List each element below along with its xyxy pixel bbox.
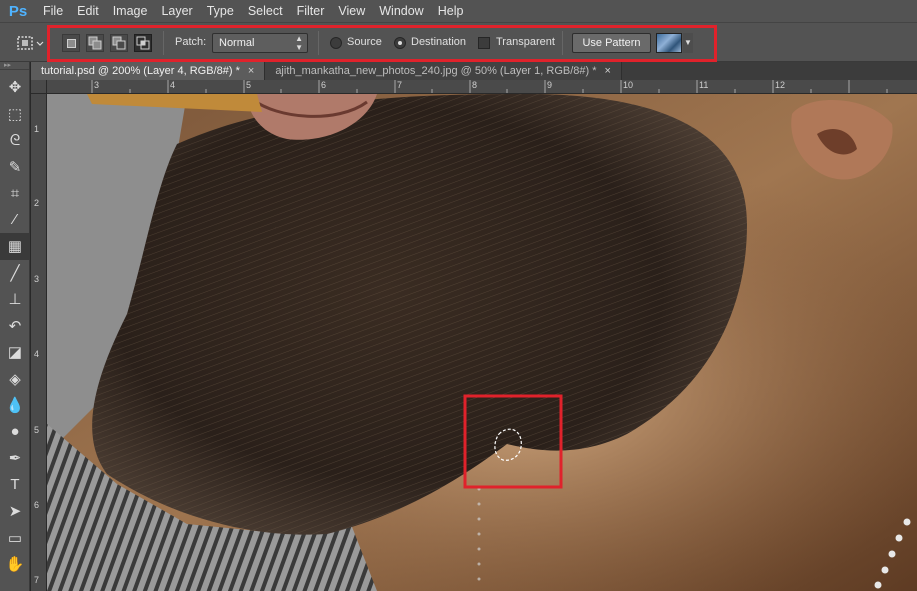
patch-tool-icon bbox=[17, 36, 44, 50]
menu-file[interactable]: File bbox=[36, 0, 70, 22]
ruler-number: 5 bbox=[34, 425, 40, 435]
menu-type[interactable]: Type bbox=[200, 0, 241, 22]
photo-beard-neck bbox=[47, 94, 917, 591]
paint-bucket-tool-icon[interactable]: ◈ bbox=[0, 366, 30, 393]
history-brush-tool-icon[interactable]: ↶ bbox=[0, 313, 30, 340]
tab-label: ajith_mankatha_new_photos_240.jpg @ 50% … bbox=[275, 65, 597, 77]
eraser-tool-icon[interactable]: ◪ bbox=[0, 339, 30, 366]
highlight-box-options bbox=[47, 25, 717, 62]
clone-stamp-tool-icon[interactable]: ⊥ bbox=[0, 286, 30, 313]
brush-tool-icon[interactable]: ╱ bbox=[0, 260, 30, 287]
type-tool-icon[interactable]: T bbox=[0, 472, 30, 499]
menu-edit[interactable]: Edit bbox=[70, 0, 106, 22]
blur-tool-icon[interactable]: 💧 bbox=[0, 392, 30, 419]
move-tool-icon[interactable]: ✥ bbox=[0, 74, 30, 101]
ruler-ticks bbox=[91, 80, 888, 93]
tab-tutorial[interactable]: tutorial.psd @ 200% (Layer 4, RGB/8#) * … bbox=[31, 62, 266, 80]
crop-tool-icon[interactable]: ⌗ bbox=[0, 180, 30, 207]
close-icon[interactable]: × bbox=[248, 62, 254, 80]
menu-bar: Ps File Edit Image Layer Type Select Fil… bbox=[0, 0, 917, 22]
menu-layer[interactable]: Layer bbox=[154, 0, 199, 22]
document-tabs: tutorial.psd @ 200% (Layer 4, RGB/8#) * … bbox=[31, 62, 917, 80]
menu-image[interactable]: Image bbox=[106, 0, 155, 22]
ruler-number: 1 bbox=[34, 124, 40, 134]
horizontal-ruler[interactable]: 3 4 5 6 7 8 9 10 11 12 bbox=[47, 80, 917, 94]
menu-help[interactable]: Help bbox=[431, 0, 471, 22]
menu-select[interactable]: Select bbox=[241, 0, 290, 22]
document-canvas[interactable] bbox=[47, 94, 917, 591]
vertical-ruler[interactable]: 1 2 3 4 5 6 7 bbox=[31, 94, 47, 591]
tool-preset-picker[interactable] bbox=[12, 33, 46, 53]
ruler-number: 3 bbox=[34, 274, 40, 284]
pen-tool-icon[interactable]: ✒ bbox=[0, 445, 30, 472]
close-icon[interactable]: × bbox=[605, 62, 611, 80]
quick-selection-tool-icon[interactable]: ✎ bbox=[0, 154, 30, 181]
ruler-number: 6 bbox=[34, 500, 40, 510]
menu-window[interactable]: Window bbox=[372, 0, 430, 22]
dodge-tool-icon[interactable]: ● bbox=[0, 419, 30, 446]
patch-tool-icon[interactable]: ▦ bbox=[0, 233, 30, 260]
menu-filter[interactable]: Filter bbox=[290, 0, 332, 22]
eyedropper-tool-icon[interactable]: ⁄ bbox=[0, 207, 30, 234]
menu-view[interactable]: View bbox=[331, 0, 372, 22]
hand-tool-icon[interactable]: ✋ bbox=[0, 551, 30, 578]
marquee-tool-icon[interactable]: ⬚ bbox=[0, 101, 30, 128]
tab-ajith-photo[interactable]: ajith_mankatha_new_photos_240.jpg @ 50% … bbox=[265, 62, 622, 80]
ruler-number: 2 bbox=[34, 198, 40, 208]
panel-grip[interactable]: ▸▸ bbox=[0, 62, 29, 70]
lasso-tool-icon[interactable]: ᘓ bbox=[0, 127, 30, 154]
tab-label: tutorial.psd @ 200% (Layer 4, RGB/8#) * bbox=[41, 65, 240, 77]
ruler-origin[interactable] bbox=[31, 80, 47, 94]
photoshop-logo: Ps bbox=[8, 2, 28, 20]
options-bar: Patch: Normal ▲ ▼ Source Destination Tran… bbox=[0, 22, 917, 62]
rectangle-tool-icon[interactable]: ▭ bbox=[0, 525, 30, 552]
tools-panel: ▸▸ ✥ ⬚ ᘓ ✎ ⌗ ⁄ ▦ ╱ ⊥ ↶ ◪ ◈ 💧 ● ✒ T ➤ ▭ ✋ bbox=[0, 62, 30, 591]
ruler-number: 7 bbox=[34, 575, 40, 585]
ruler-number: 4 bbox=[34, 349, 40, 359]
path-selection-tool-icon[interactable]: ➤ bbox=[0, 498, 30, 525]
